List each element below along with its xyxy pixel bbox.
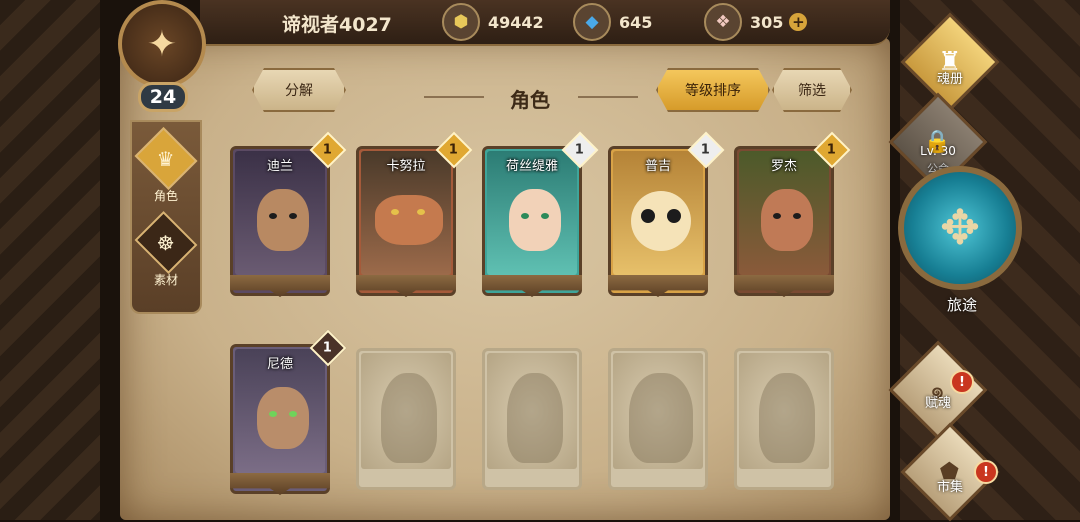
player-level-emblem[interactable]: ✦ 24 [108,0,216,118]
portrait-face [257,387,309,449]
market-alert-icon: ! [974,460,998,484]
character-name: 尼德 [266,357,293,372]
character-card[interactable]: 荷丝缇雅 1 [482,131,599,297]
coin-icon: ⬢ [442,3,480,41]
title-ornament-right [578,96,638,98]
material-icon: ☸ [157,230,175,255]
page-title: 角色 [510,88,550,112]
card-base [230,473,330,495]
title-ornament-left [424,96,484,98]
locked-character-card[interactable] [482,348,582,490]
level-sort-button[interactable]: 等级排序 [656,68,770,112]
character-name: 卡努拉 [386,159,426,174]
locked-character-card[interactable] [608,348,708,490]
player-level: 24 [138,82,188,112]
talent-frame: ๑ [888,340,988,440]
locked-portrait [361,353,451,469]
gem-icon: ❖ [704,3,742,41]
character-name: 迪兰 [266,159,293,174]
add-gem-button[interactable]: + [789,13,808,31]
guild-level-requirement: Lv. 30 [920,144,956,158]
nav-material-frame: ☸ [134,211,198,274]
crystal-resource: ◆ 645 [573,3,653,41]
character-card[interactable]: 罗杰 1 [734,131,851,297]
locked-portrait [487,353,577,469]
talent-alert-icon: ! [950,370,974,394]
gold-resource: ⬢ 49442 [442,3,544,41]
card-base [482,275,582,297]
left-border-pattern [0,0,100,520]
journey-emblem-icon: ✥ [898,166,1022,290]
gem-value: 305 [750,12,784,32]
character-icon: ♛ [157,146,175,171]
character-name: 普吉 [644,159,671,174]
character-card[interactable]: 卡努拉 1 [356,131,473,297]
gem-resource: ❖ 305 + [704,3,808,41]
nav-character-frame: ♛ [134,127,198,190]
character-name: 罗杰 [770,159,797,174]
player-name: 谛视者4027 [282,14,392,36]
portrait-face [761,189,813,251]
nav-item-label: 角色 [153,189,178,203]
nav-item-label: 素材 [153,273,178,287]
filter-button[interactable]: 筛选 [772,68,852,112]
character-card[interactable]: 迪兰 1 [230,131,347,297]
crystal-value: 645 [619,12,653,32]
card-base [608,275,708,297]
portrait-face [509,189,561,251]
side-category-nav: ♛ 角色 ☸ 素材 [130,120,202,314]
character-card[interactable]: 普吉 1 [608,131,725,297]
character-name: 荷丝缇雅 [505,159,558,174]
portrait-face [375,195,443,245]
talent-button[interactable]: ๑ 赋魂 ! [888,340,988,440]
nav-item-material[interactable]: ☸ 素材 [134,211,198,288]
locked-character-card[interactable] [734,348,834,490]
locked-portrait [613,353,703,469]
card-base [230,275,330,297]
portrait-face [631,191,691,251]
soul-book-frame: ♜ [900,12,1000,112]
locked-character-card[interactable] [356,348,456,490]
nav-item-character[interactable]: ♛ 角色 [134,127,198,204]
decompose-button[interactable]: 分解 [252,68,346,112]
crystal-icon: ◆ [573,3,611,41]
player-avatar-icon: ✦ [118,0,206,88]
journey-label: 旅途 [946,296,977,314]
market-button[interactable]: ⬟ 市集 ! [900,422,1000,522]
soul-book-button[interactable]: ♜ 魂册 [900,12,1000,112]
character-card[interactable]: 尼德 1 [230,329,347,495]
card-base [356,275,456,297]
journey-button[interactable]: ✥ 旅途 [898,166,1026,316]
portrait-face [257,189,309,251]
talent-label: 赋魂 [924,396,951,411]
soul-book-label: 魂册 [936,72,963,87]
market-label: 市集 [936,480,963,495]
gold-value: 49442 [488,12,544,32]
locked-portrait [739,353,829,469]
card-base [734,275,834,297]
